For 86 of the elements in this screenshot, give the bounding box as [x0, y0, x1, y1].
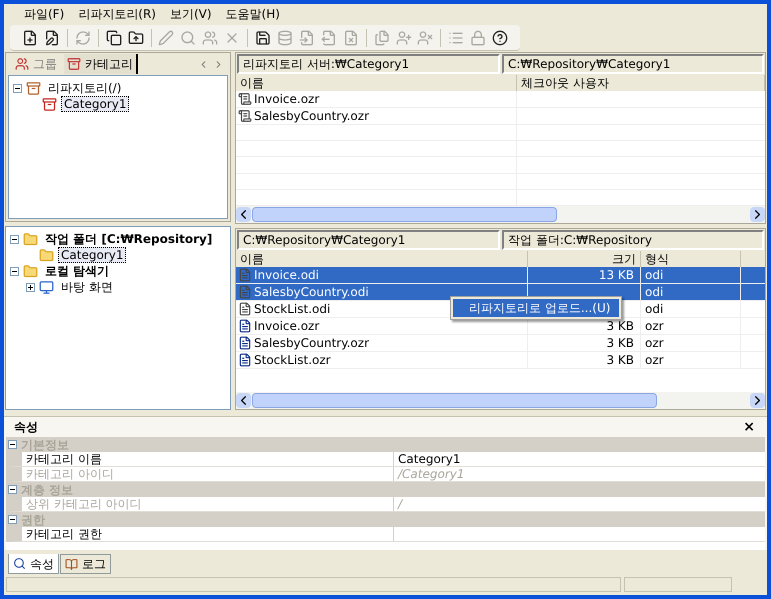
property-name: 카테고리 아이디 [22, 467, 394, 481]
column-header[interactable]: 체크아웃 사용자 [517, 75, 765, 91]
collapse-icon[interactable] [8, 485, 17, 494]
tab[interactable]: 로그 [60, 554, 111, 574]
property-name: 상위 카테고리 아이디 [22, 497, 394, 511]
folder-icon [23, 264, 38, 278]
expand-icon[interactable] [26, 282, 35, 292]
file-name: SalesbyCountry.ozr [254, 108, 370, 125]
horizontal-scrollbar[interactable] [236, 206, 765, 223]
file-name: SalesbyCountry.ozr [254, 335, 370, 352]
property-value: / [398, 497, 402, 511]
scroll-left-icon[interactable] [236, 207, 251, 222]
panel-title: 속성 [14, 419, 39, 436]
file-row[interactable]: SalesbyCountry.ozr 3 KB ozr [236, 335, 765, 352]
collapse-icon[interactable] [10, 234, 19, 244]
document-icon [238, 353, 252, 367]
folder-icon [23, 232, 38, 246]
file-type: odi [645, 285, 664, 299]
file-row[interactable]: Invoice.odi 13 KB odi [236, 267, 765, 284]
scroll-right-icon[interactable] [750, 393, 765, 408]
document-icon [238, 268, 252, 282]
file-type: odi [645, 302, 664, 316]
tree-item[interactable]: Category1 [61, 96, 130, 112]
menu-item[interactable]: 리파지토리(R) [72, 5, 162, 23]
menu-item[interactable]: 보기(V) [164, 5, 218, 23]
property-name: 카테고리 이름 [22, 452, 394, 466]
file-size: 3 KB [606, 353, 634, 367]
users-icon [15, 57, 29, 71]
file-type: ozr [645, 319, 664, 333]
tab[interactable]: 카테고리 [64, 54, 138, 74]
tree-item[interactable]: 리파지토리(/) [45, 80, 124, 96]
desktop-icon [39, 280, 54, 294]
collapse-icon[interactable] [13, 84, 22, 92]
help-icon[interactable] [490, 28, 510, 48]
file-type: ozr [645, 353, 664, 367]
file-row[interactable]: SalesbyCountry.ozr [236, 108, 765, 125]
category-icon [42, 96, 57, 112]
path-field: 작업 폴더:C:₩Repository [502, 230, 764, 250]
file-size: 13 KB [598, 268, 634, 282]
document-icon [238, 285, 252, 299]
file-size: 3 KB [606, 336, 634, 350]
path-field: C:₩Repository₩Category1 [502, 54, 764, 74]
file-row[interactable]: StockList.ozr 3 KB ozr [236, 352, 765, 369]
scroll-right-icon[interactable] [750, 207, 765, 222]
file-name: Invoice.odi [254, 267, 320, 284]
document-icon [238, 302, 252, 316]
repository-icon [26, 80, 41, 96]
menu-item[interactable]: 도움말(H) [220, 5, 286, 23]
file-size: 3 KB [606, 319, 634, 333]
file-type: odi [645, 268, 664, 282]
scroll-left-icon[interactable] [236, 393, 251, 408]
file-name: Invoice.ozr [254, 91, 320, 108]
copy-icon[interactable] [104, 28, 124, 48]
search-icon [13, 557, 26, 570]
file-name: SalesbyCountry.odi [254, 284, 369, 301]
close-button[interactable]: × [741, 416, 757, 438]
file-name: StockList.ozr [254, 352, 331, 369]
scroll-icon [238, 92, 252, 106]
property-value: /Category1 [398, 467, 464, 481]
scroll-icon [238, 109, 252, 123]
menu-item[interactable]: 리파지토리로 업로드...(U) [453, 299, 619, 317]
folder-icon [39, 248, 54, 262]
file-name: StockList.odi [254, 301, 330, 318]
file-row[interactable]: Invoice.ozr [236, 91, 765, 108]
tree-item[interactable]: 로컬 탐색기 [42, 263, 112, 279]
tree-item[interactable]: 바탕 화면 [58, 279, 116, 295]
property-name: 카테고리 권한 [22, 527, 394, 541]
tab[interactable]: 속성 [8, 554, 59, 574]
path-field: 리파지토리 서버:₩Category1 [237, 54, 500, 74]
log-icon [65, 558, 78, 570]
horizontal-scrollbar[interactable] [236, 392, 765, 409]
menu-item[interactable]: 파일(F) [18, 5, 70, 23]
file-name: Invoice.ozr [254, 318, 320, 335]
collapse-icon[interactable] [10, 266, 19, 276]
collapse-icon[interactable] [8, 440, 17, 449]
column-header[interactable]: 이름 [236, 75, 517, 91]
document-icon [238, 319, 252, 333]
document-icon [238, 336, 252, 350]
collapse-icon[interactable] [8, 515, 17, 524]
file-row[interactable]: SalesbyCountry.odi odi [236, 284, 765, 301]
file-type: ozr [645, 336, 664, 350]
tree-item[interactable]: Category1 [58, 247, 126, 263]
tree-item[interactable]: 작업 폴더 [C:₩Repository] [42, 231, 216, 247]
category-icon [67, 57, 81, 71]
path-field: C:₩Repository₩Category1 [237, 230, 500, 250]
property-value: Category1 [398, 452, 460, 466]
